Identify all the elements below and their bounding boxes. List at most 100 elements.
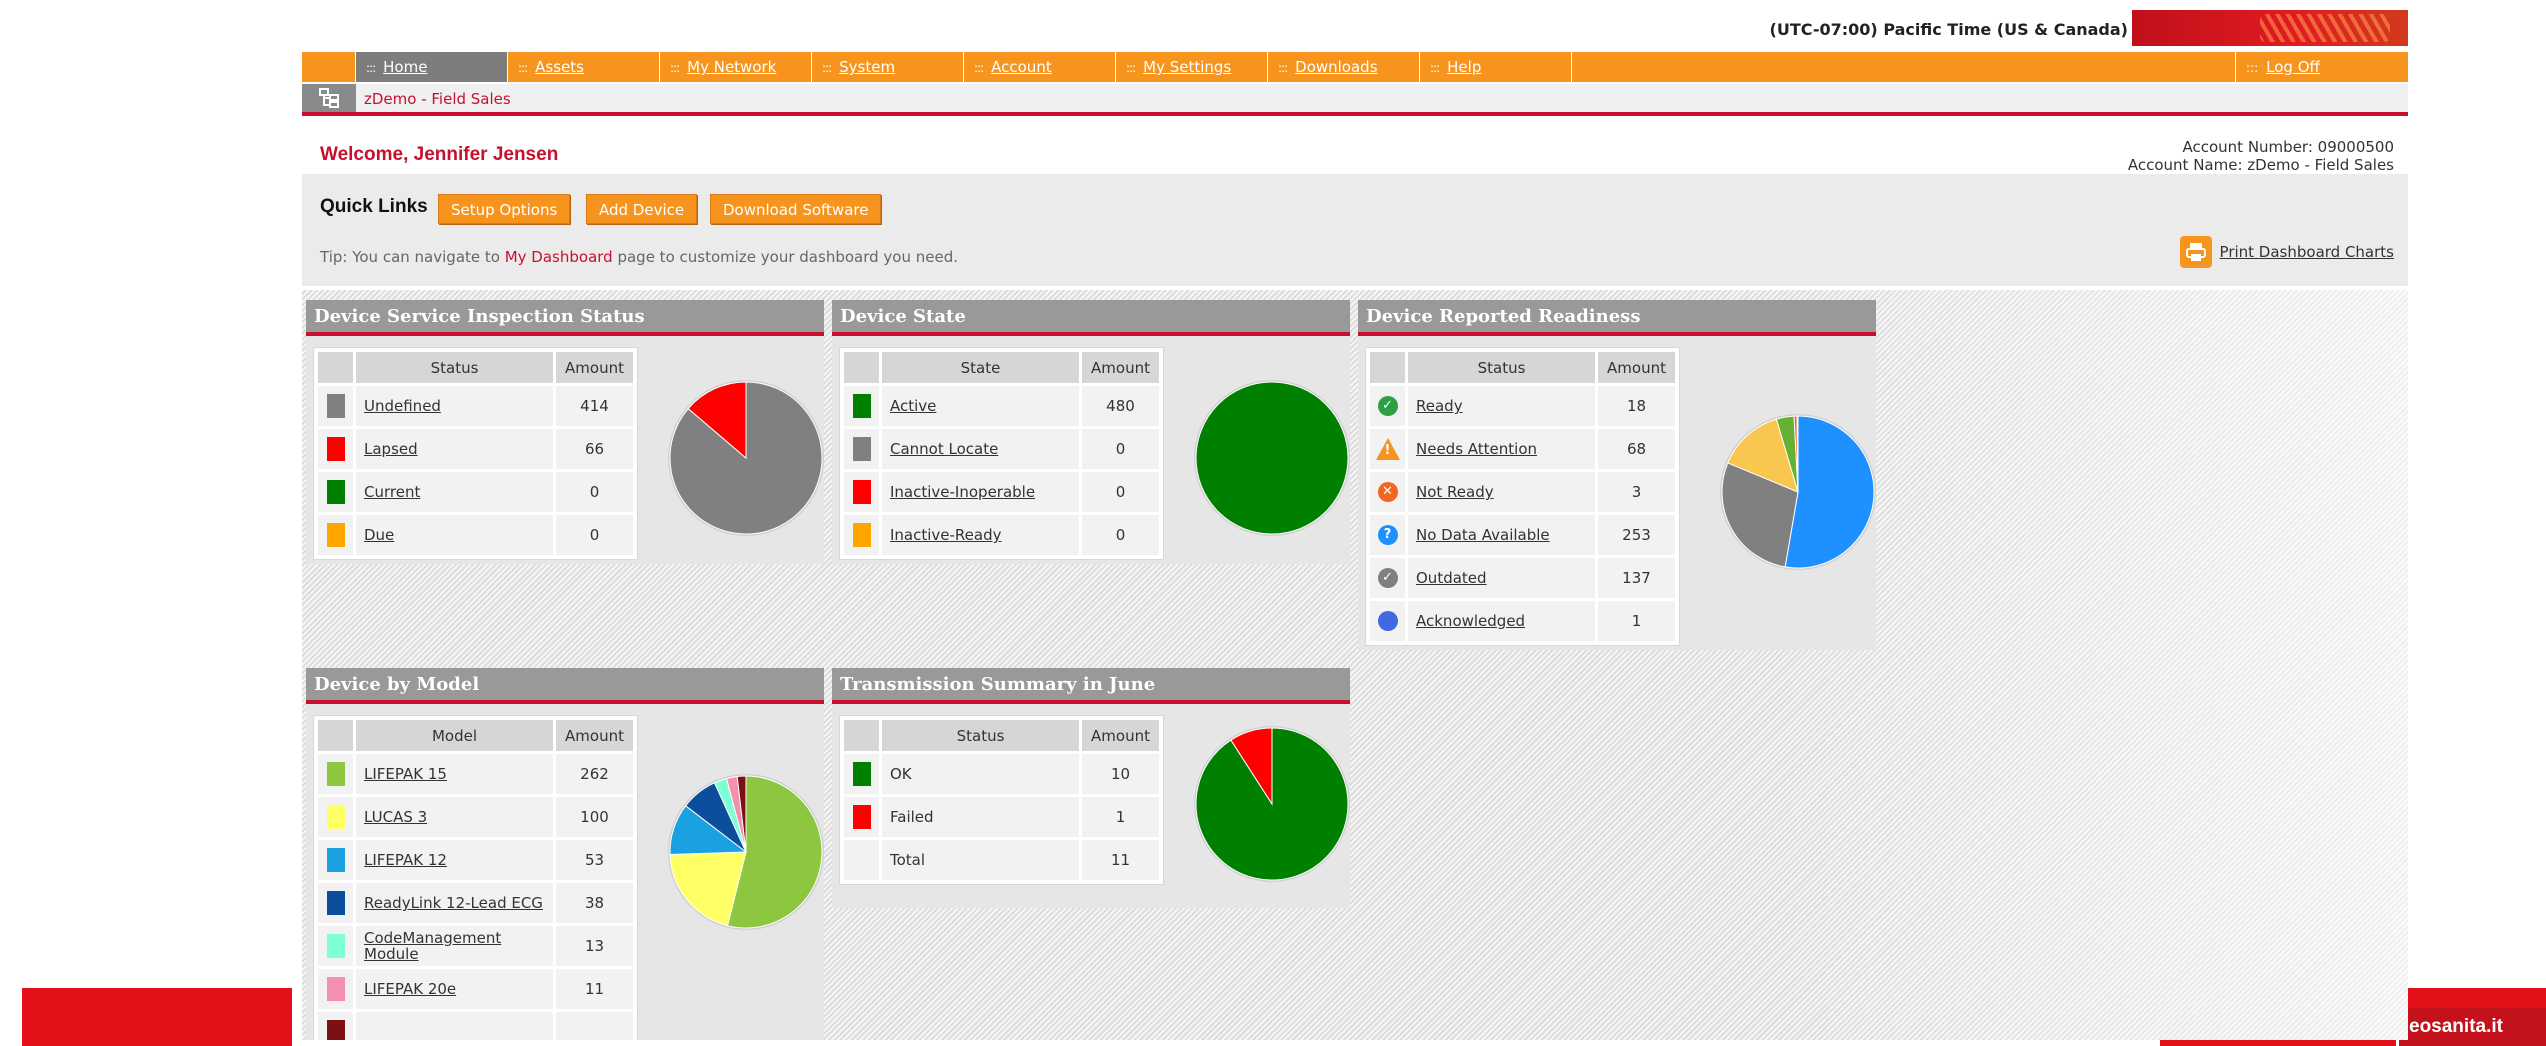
- pie-svg: [668, 774, 824, 930]
- main-nav: ::: Home ::: Assets ::: My Network ::: Syste…: [302, 52, 2408, 82]
- swatch-header: [315, 717, 356, 754]
- my-dashboard-link[interactable]: My Dashboard: [505, 248, 613, 266]
- model-link[interactable]: LUCAS 3: [364, 808, 427, 826]
- status-link[interactable]: Undefined: [364, 397, 441, 415]
- logout-link[interactable]: ::: Log Off: [2236, 52, 2408, 82]
- color-swatch: [852, 437, 871, 461]
- pie-svg: [1720, 414, 1876, 570]
- table-row: Current 0: [315, 469, 636, 515]
- print-dashboard-charts[interactable]: Print Dashboard Charts: [2179, 236, 2394, 268]
- panel-device-by-model: Device by Model Model Amount LIFEPAK 15 26…: [306, 668, 824, 1040]
- table-row: Active 480: [841, 383, 1162, 429]
- amount-value: 414: [553, 383, 636, 429]
- dashboard-area: Device Service Inspection Status Status A…: [302, 290, 2408, 1040]
- model-link[interactable]: LIFEPAK 15: [364, 765, 447, 783]
- status-link[interactable]: Not Ready: [1416, 483, 1494, 501]
- table-row: LIFEPAK 20e 11: [315, 966, 636, 1012]
- status-link[interactable]: Needs Attention: [1416, 440, 1537, 458]
- add-device-button[interactable]: Add Device: [586, 194, 698, 224]
- nav-account[interactable]: ::: Account: [964, 52, 1116, 82]
- question-icon: ?: [1377, 525, 1398, 545]
- state-link[interactable]: Active: [890, 397, 936, 415]
- amount-value: 38: [553, 880, 636, 926]
- brand-watermark: eosanita.it: [2396, 1008, 2546, 1046]
- readiness-pie-chart[interactable]: [1718, 412, 1878, 572]
- amount-value: 262: [553, 751, 636, 797]
- amount-header: Amount: [553, 349, 636, 386]
- status-link[interactable]: No Data Available: [1416, 526, 1550, 544]
- header-bar: (UTC-07:00) Pacific Time (US & Canada): [302, 10, 2408, 46]
- state-pie-chart[interactable]: [1192, 378, 1352, 538]
- breadcrumb-account[interactable]: zDemo - Field Sales: [364, 90, 511, 108]
- nav-home-label: Home: [383, 58, 428, 76]
- breadcrumb: zDemo - Field Sales: [302, 84, 2408, 116]
- status-link[interactable]: Lapsed: [364, 440, 418, 458]
- amount-value: 11: [553, 966, 636, 1012]
- amount-value: 0: [1079, 512, 1162, 558]
- amount-value: 1: [1595, 598, 1678, 644]
- app-window: (UTC-07:00) Pacific Time (US & Canada) :…: [302, 0, 2408, 1040]
- tip-prefix: Tip: You can navigate to: [320, 248, 505, 266]
- nav-downloads[interactable]: ::: Downloads: [1268, 52, 1420, 82]
- table-row: LIFEPAK 12 53: [315, 837, 636, 883]
- amount-value: 137: [1595, 555, 1678, 601]
- nav-spacer: [302, 52, 356, 82]
- pie-slice-active[interactable]: [1195, 381, 1349, 535]
- model-link[interactable]: ReadyLink 12-Lead ECG: [364, 894, 543, 912]
- status-link[interactable]: Outdated: [1416, 569, 1487, 587]
- model-link[interactable]: LIFEPAK 20e: [364, 980, 456, 998]
- nav-downloads-label: Downloads: [1295, 58, 1378, 76]
- model-link[interactable]: LIFEPAK 12: [364, 851, 447, 869]
- nav-my-network[interactable]: ::: My Network: [660, 52, 812, 82]
- nav-home[interactable]: ::: Home: [356, 52, 508, 82]
- total-label: Total: [890, 851, 926, 869]
- state-link[interactable]: Inactive-Inoperable: [890, 483, 1035, 501]
- logout-label: Log Off: [2266, 58, 2320, 76]
- state-link[interactable]: Cannot Locate: [890, 440, 998, 458]
- printer-icon: [2179, 236, 2212, 268]
- nav-bullet-icon: :::: [518, 61, 528, 75]
- table-row: LIFEPAK 15 262: [315, 751, 636, 797]
- total-value: 11: [1079, 837, 1162, 883]
- amount-value: 13: [553, 923, 636, 969]
- panel-title: Device by Model: [306, 668, 824, 704]
- amount-value: 0: [553, 469, 636, 515]
- panel-title: Device State: [832, 300, 1350, 336]
- status-link[interactable]: Current: [364, 483, 420, 501]
- inspection-pie-chart[interactable]: [666, 378, 826, 538]
- world-map-graphic: [2260, 14, 2390, 42]
- nav-help[interactable]: ::: Help: [1420, 52, 1572, 82]
- amount-header: Amount: [1595, 349, 1678, 386]
- download-software-button[interactable]: Download Software: [710, 194, 882, 224]
- color-swatch: [326, 762, 345, 786]
- swatch-header: [841, 717, 882, 754]
- welcome-message: Welcome, Jennifer Jensen: [320, 144, 559, 165]
- check-icon: ✓: [1377, 396, 1398, 416]
- page: eosanita.it (UTC-07:00) Pacific Time (US…: [0, 0, 2546, 1046]
- pie-svg: [1194, 726, 1350, 882]
- table-row: ✓ Outdated 137: [1367, 555, 1678, 601]
- amount-value: 66: [553, 426, 636, 472]
- table-row: ReadyLink 12-Lead ECG 38: [315, 880, 636, 926]
- org-tree-icon[interactable]: [302, 84, 356, 112]
- nav-assets[interactable]: ::: Assets: [508, 52, 660, 82]
- nav-system[interactable]: ::: System: [812, 52, 964, 82]
- model-link[interactable]: CodeManagement Module: [364, 929, 501, 963]
- transmission-table: Status Amount OK 10 Failed 1 Total 11: [840, 716, 1163, 884]
- status-link[interactable]: Acknowledged: [1416, 612, 1525, 630]
- color-swatch: [326, 977, 345, 1001]
- transmission-pie-chart[interactable]: [1192, 724, 1352, 884]
- status-header: Status: [1405, 349, 1598, 386]
- amount-header: Amount: [1079, 717, 1162, 754]
- nav-my-settings[interactable]: ::: My Settings: [1116, 52, 1268, 82]
- color-swatch: [326, 480, 345, 504]
- amount-value: 68: [1595, 426, 1678, 472]
- status-link[interactable]: Due: [364, 526, 394, 544]
- setup-options-button[interactable]: Setup Options: [438, 194, 571, 224]
- state-link[interactable]: Inactive-Ready: [890, 526, 1002, 544]
- status-link[interactable]: Ready: [1416, 397, 1463, 415]
- table-row: CodeManagement Module 13: [315, 923, 636, 969]
- model-pie-chart[interactable]: [666, 772, 824, 932]
- panel-title: Transmission Summary in June: [832, 668, 1350, 704]
- color-swatch: [326, 848, 345, 872]
